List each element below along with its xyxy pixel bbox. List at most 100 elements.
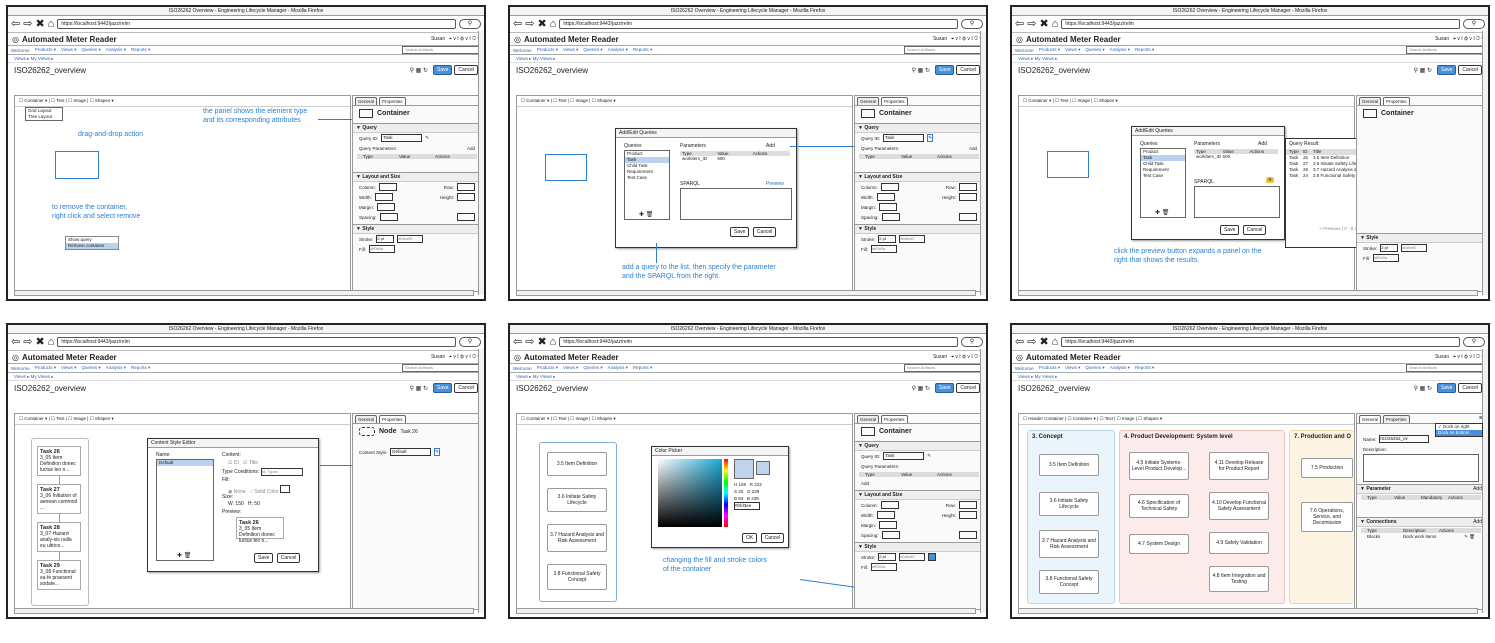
tool-image[interactable]: Image [73,98,86,103]
tab-general[interactable]: General [1359,415,1382,423]
menu-welcome[interactable]: Welcome [1015,48,1034,53]
search-artifacts-input[interactable]: Search Artifacts [402,364,481,372]
tree-layout-option[interactable]: Tree Layout [26,114,62,120]
menu-reports[interactable]: Reports ▾ [633,365,652,371]
add-parameter-button[interactable]: Add [766,143,775,149]
menu-views[interactable]: Views ▾ [563,365,578,371]
menu-queries[interactable]: Queries ▾ [583,47,602,53]
user-name[interactable]: Susan [431,354,445,360]
column-input[interactable] [880,501,899,509]
close-icon[interactable]: ✖ [1039,18,1048,30]
card[interactable]: 3.5 Item Definition [547,452,607,476]
save-button[interactable]: Save [433,65,453,75]
home-icon[interactable]: ⌂ [48,18,55,30]
tab-properties[interactable]: Properties [881,97,908,105]
color-field[interactable] [658,459,722,527]
content-id[interactable]: ID [234,460,239,466]
menu-queries[interactable]: Queries ▾ [1085,47,1104,53]
tool-image[interactable]: Image [1077,98,1090,103]
fill-color-input[interactable]: #ff0b0a [871,563,897,571]
menu-analysis[interactable]: Analysis ▾ [1110,47,1130,53]
stroke-select[interactable]: 2 pt [878,553,897,561]
content-style-select[interactable]: Default [390,448,432,456]
editor-save-button[interactable]: Save [254,553,274,563]
blue-value[interactable]: B 239 [747,496,759,501]
tool-text[interactable]: Text [1060,98,1068,103]
user-name[interactable]: Susan [1435,354,1449,360]
tool-text[interactable]: Text [1105,416,1113,421]
query-section[interactable]: ▼ Query [855,441,983,451]
tool-header-container[interactable]: Header Container [1028,416,1064,421]
cancel-button[interactable]: Cancel [454,65,478,75]
dialog-save-button[interactable]: Save [1220,225,1240,235]
url-bar[interactable]: https://localhost:9443/jazz/relm [57,19,456,29]
cancel-button[interactable]: Cancel [956,65,980,75]
tool-container[interactable]: Container ▾ [526,98,549,103]
card[interactable]: 3.8 Functional Safety Concept [1039,570,1099,594]
query-id-select[interactable]: Task [883,134,925,142]
add-param-button[interactable]: Add [467,146,475,151]
width-input[interactable] [876,511,895,519]
card[interactable]: 7.6 Operations, Service, and Decomission [1301,502,1353,532]
description-input[interactable] [1363,454,1479,482]
sparql-textarea[interactable] [1194,186,1280,218]
menu-views[interactable]: Views ▾ [61,47,76,53]
canvas[interactable]: ☐ Header Container | ☐ Container ▾ | ☐ T… [1018,413,1355,610]
height-input[interactable] [959,511,977,519]
picker-cancel-button[interactable]: Cancel [760,533,785,543]
menu-views[interactable]: Views ▾ [1065,365,1080,371]
vertical-scrollbar[interactable] [980,31,986,295]
spacing-h-input[interactable] [379,213,398,221]
add-remove-query-icon[interactable]: ✚ 🗑 [639,211,653,218]
tab-general[interactable]: General [355,415,378,423]
margin-input[interactable] [377,203,396,211]
back-icon[interactable]: ⇦ [1015,18,1024,30]
card[interactable]: 4.9 Safety Validation [1209,532,1269,554]
forward-icon[interactable]: ⇨ [23,336,32,348]
menu-welcome[interactable]: Welcome [1015,366,1034,371]
parameter-section[interactable]: ▼ Parameter Add [1357,484,1485,494]
horizontal-scrollbar[interactable] [516,290,976,296]
add-param-button[interactable]: Add [861,481,869,486]
tool-container[interactable]: Container ▾ [1073,416,1096,421]
tool-image[interactable]: Image [1122,416,1135,421]
user-name[interactable]: Susan [431,36,445,42]
back-icon[interactable]: ⇦ [11,336,20,348]
zoom-icon[interactable]: ⚲ ▦ ↻ [410,385,428,392]
breadcrumb[interactable]: Views ▸ My Views ▸ [8,55,484,63]
search-icon[interactable]: ⚲ [961,337,983,347]
menu-queries[interactable]: Queries ▾ [583,365,602,371]
height-input[interactable] [457,193,475,201]
horizontal-scrollbar[interactable] [14,608,474,614]
header-icons[interactable]: ⌖ v I ⚙ v I ☉ v [1453,36,1484,42]
zoom-icon[interactable]: ⚲ ▦ ↻ [912,385,930,392]
spacing-v-input[interactable] [959,531,977,539]
menu-views[interactable]: Views ▾ [1065,47,1080,53]
stroke-color-input[interactable]: #bdcef2 [899,235,926,243]
remove-container-item[interactable]: Remove container [66,243,118,249]
param-row[interactable]: workitem_ID 600 [680,156,790,161]
fill-color-input[interactable]: #ff0b0a [871,245,897,253]
stroke-color-input[interactable]: #bdcef2 [1401,244,1428,252]
forward-icon[interactable]: ⇨ [525,18,534,30]
menu-views[interactable]: Views ▾ [61,365,76,371]
user-name[interactable]: Susan [933,354,947,360]
row-input[interactable] [959,501,977,509]
zoom-icon[interactable]: ⚲ ▦ ↻ [1414,385,1432,392]
layout-section[interactable]: ▼ Layout and Size [855,172,983,182]
dialog-cancel-button[interactable]: Cancel [1242,225,1267,235]
connection-row[interactable]: Blocks block work items ✎ 🗑 [1357,534,1485,540]
container-box[interactable] [545,154,587,181]
style-section[interactable]: ▼ Style [855,224,983,234]
tab-properties[interactable]: Properties [379,415,406,423]
card[interactable]: 4.7 System Design [1129,534,1189,554]
query-section[interactable]: ▼ Query [855,123,983,133]
task-node[interactable]: Task 29 3_08 Functional sa-fe praesent so… [37,560,81,590]
search-icon[interactable]: ⚲ [459,19,481,29]
tool-text[interactable]: Text [558,416,566,421]
menu-analysis[interactable]: Analysis ▾ [608,365,628,371]
menu-products[interactable]: Products ▾ [1039,47,1060,53]
width-input[interactable] [876,193,895,201]
add-parameter-button[interactable]: Add [1473,486,1482,492]
save-button[interactable]: Save [433,383,453,393]
